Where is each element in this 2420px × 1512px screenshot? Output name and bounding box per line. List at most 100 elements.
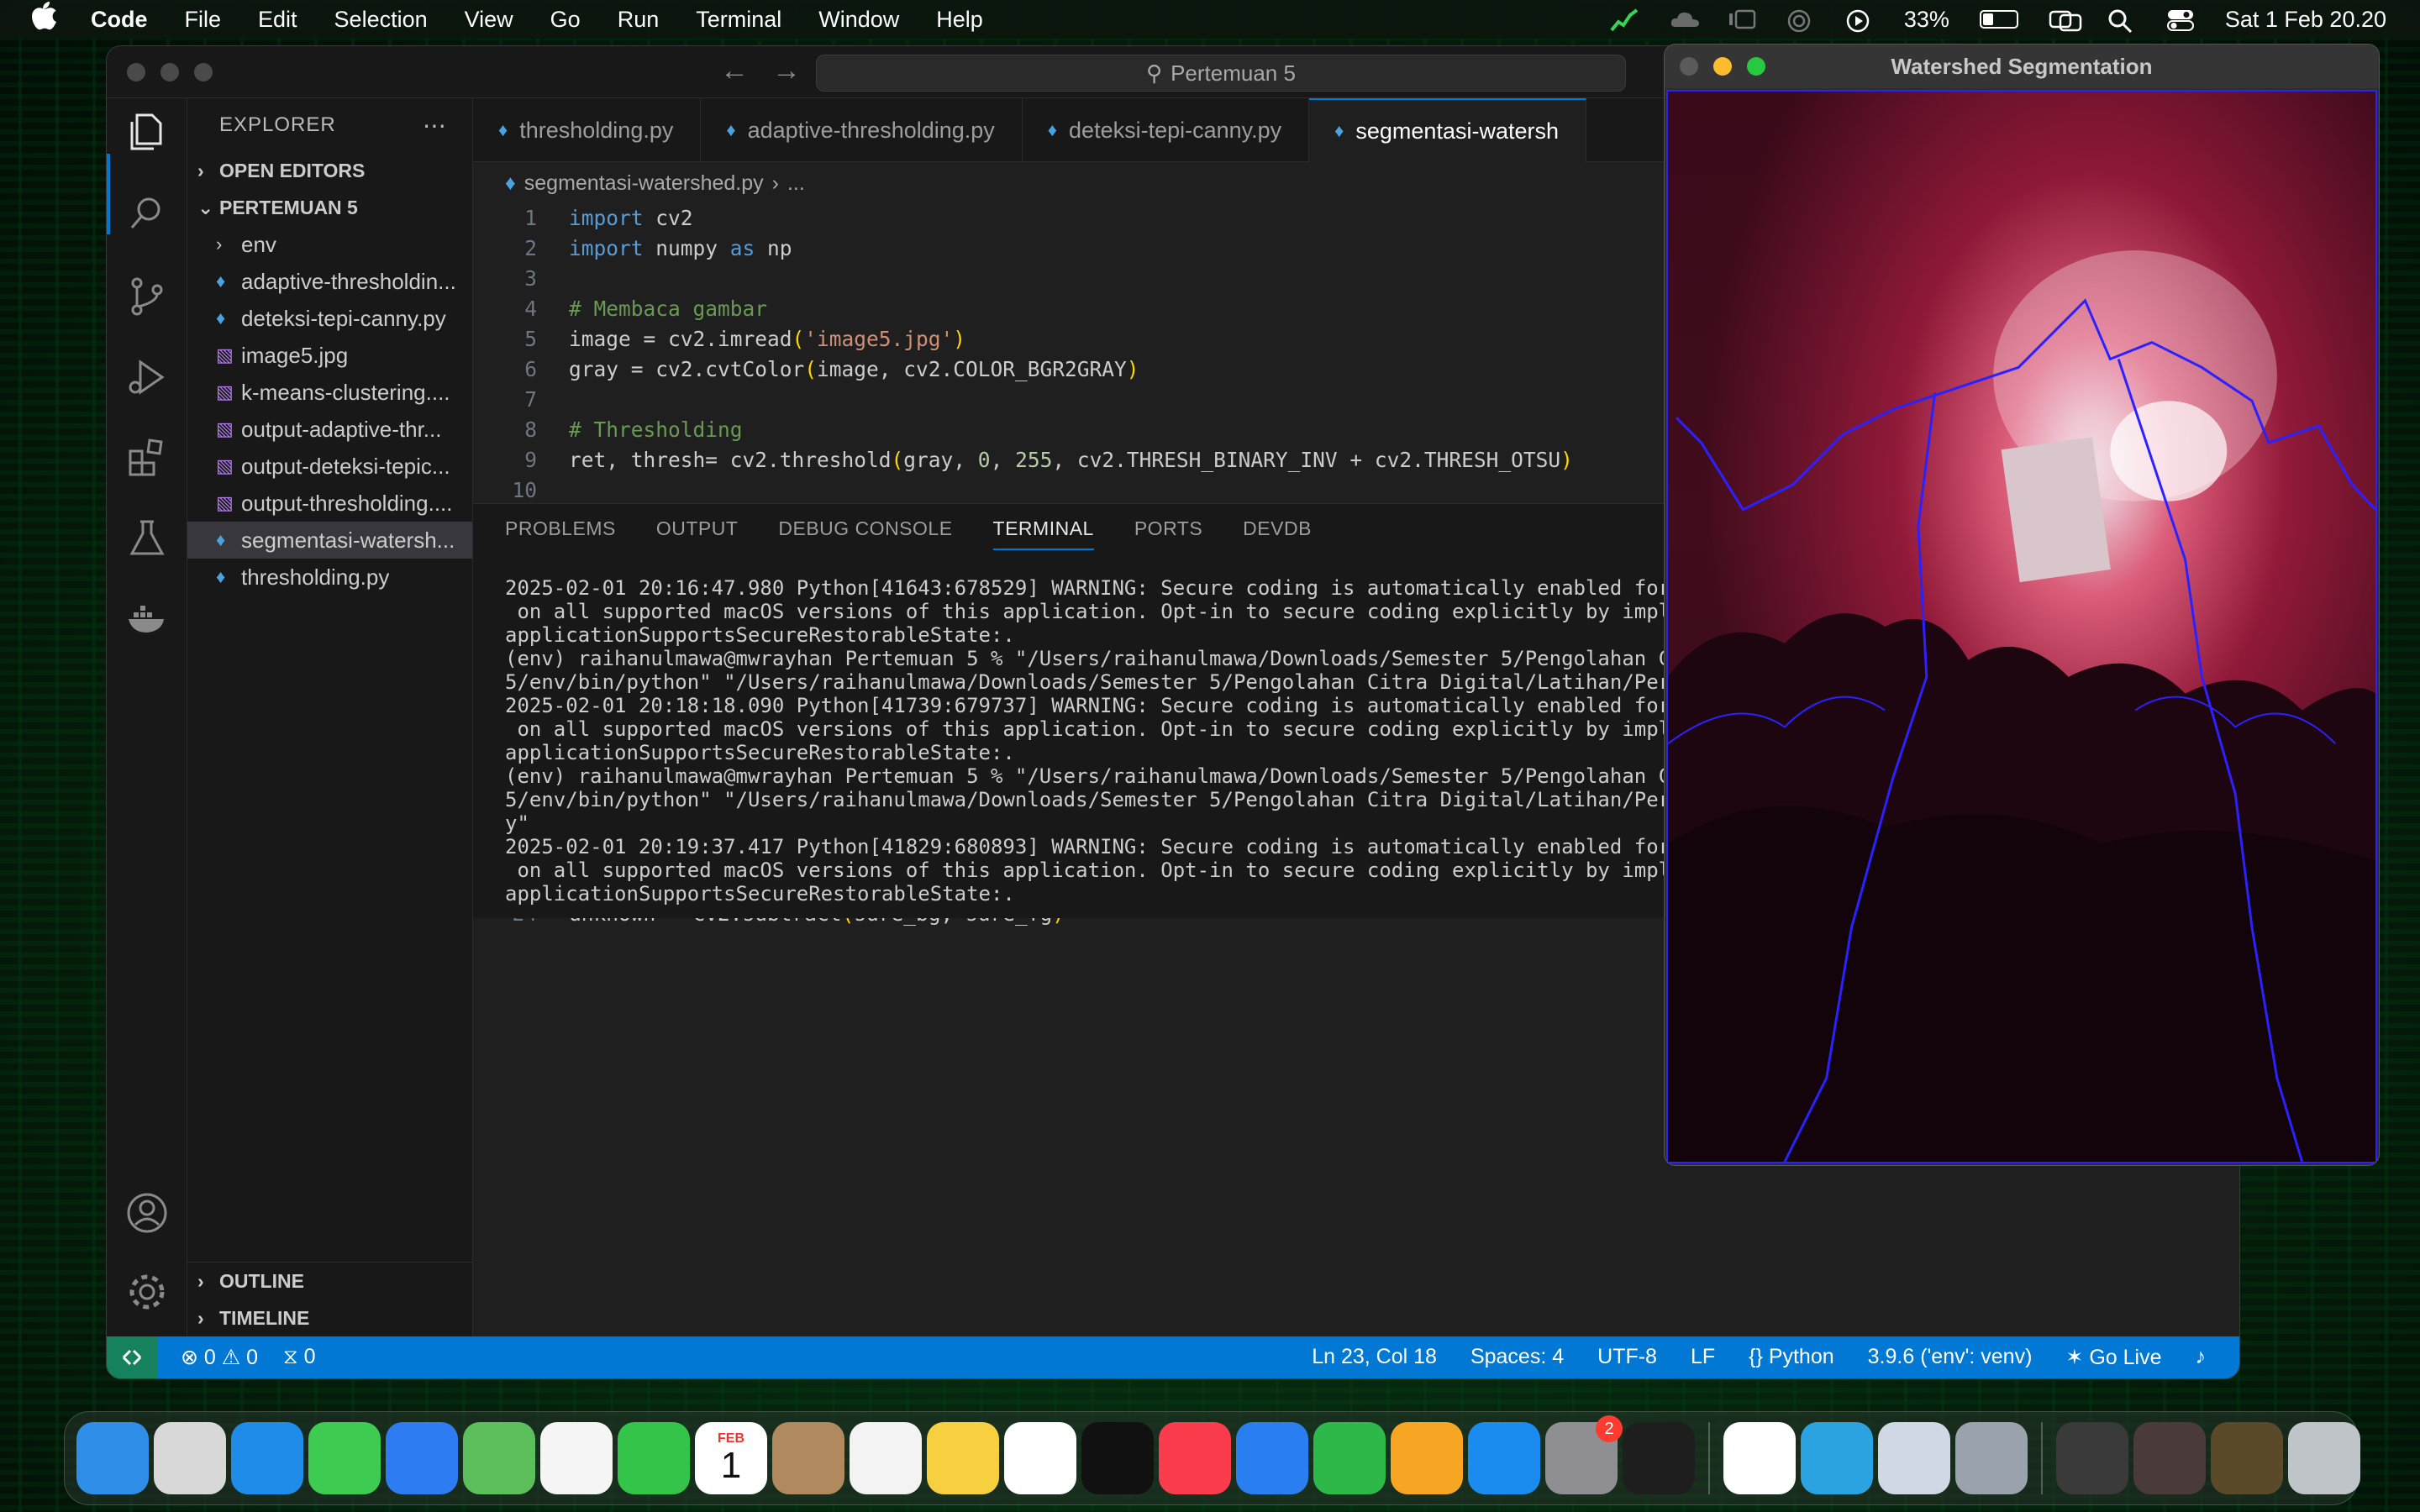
recent-window-3-icon[interactable]: [2211, 1422, 2283, 1494]
maps-icon[interactable]: [463, 1422, 535, 1494]
photos-icon[interactable]: [540, 1422, 613, 1494]
messages-icon[interactable]: [308, 1422, 381, 1494]
menu-bar-clock[interactable]: Sat 1 Feb 20.20: [2225, 7, 2386, 33]
contacts-icon[interactable]: [772, 1422, 844, 1494]
app-store-icon[interactable]: [1468, 1422, 1540, 1494]
open-editors-section[interactable]: › OPEN EDITORS: [187, 152, 472, 189]
file-tree-item[interactable]: ▧ k-means-clustering....: [187, 374, 472, 411]
tab-debug-console[interactable]: DEBUG CONSOLE: [778, 517, 952, 540]
battery-icon[interactable]: [1979, 10, 2018, 29]
pages-icon[interactable]: [1391, 1422, 1463, 1494]
menu-terminal[interactable]: Terminal: [696, 7, 781, 33]
close-window-button[interactable]: [127, 63, 145, 81]
airdrop-icon[interactable]: [1786, 8, 1815, 33]
breadcrumb-symbols[interactable]: ...: [787, 171, 805, 196]
recent-window-2-icon[interactable]: [2133, 1422, 2206, 1494]
reminders-icon[interactable]: [850, 1422, 922, 1494]
file-tree-item[interactable]: ♦ segmentasi-watersh...: [187, 522, 472, 559]
file-tree-item[interactable]: ▧ image5.jpg: [187, 337, 472, 374]
source-control-icon[interactable]: [125, 275, 169, 323]
tab-segmentasi-watershed[interactable]: ♦ segmentasi-watersh: [1309, 98, 1586, 162]
go-live-button[interactable]: ✶ Go Live: [2065, 1345, 2161, 1370]
cloud-icon[interactable]: [1669, 8, 1699, 30]
launchpad-icon[interactable]: [154, 1422, 226, 1494]
freeform-icon[interactable]: [1004, 1422, 1076, 1494]
menu-edit[interactable]: Edit: [258, 7, 297, 33]
more-actions-icon[interactable]: ⋯: [423, 112, 447, 139]
file-tree-item[interactable]: ♦ deteksi-tepi-canny.py: [187, 300, 472, 337]
apple-tv-icon[interactable]: [1081, 1422, 1154, 1494]
menu-view[interactable]: View: [465, 7, 513, 33]
finder-icon[interactable]: [76, 1422, 149, 1494]
screen-mirroring-icon[interactable]: [2049, 8, 2082, 32]
notes-icon[interactable]: [927, 1422, 999, 1494]
menu-window[interactable]: Window: [818, 7, 899, 33]
tab-problems[interactable]: PROBLEMS: [505, 517, 616, 540]
timeline-section[interactable]: › TIMELINE: [187, 1299, 472, 1336]
trash-icon[interactable]: [2288, 1422, 2360, 1494]
keynote-icon[interactable]: [1236, 1422, 1308, 1494]
folder-section[interactable]: ⌄ PERTEMUAN 5: [187, 189, 472, 226]
remote-indicator-icon[interactable]: [107, 1336, 157, 1378]
accounts-icon[interactable]: [125, 1191, 169, 1239]
vscode-icon[interactable]: [1623, 1422, 1695, 1494]
tab-adaptive-thresholding[interactable]: ♦ adaptive-thresholding.py: [701, 98, 1023, 162]
stage-manager-icon[interactable]: [1728, 8, 1756, 30]
rocket-icon[interactable]: [1955, 1422, 2028, 1494]
apple-menu-icon[interactable]: [32, 2, 72, 37]
problems-status[interactable]: ⊗ 0 ⚠ 0: [181, 1345, 258, 1370]
app-menu-code[interactable]: Code: [91, 7, 148, 33]
tab-thresholding[interactable]: ♦ thresholding.py: [473, 98, 702, 162]
extensions-icon[interactable]: [125, 436, 169, 484]
now-playing-icon[interactable]: [1845, 8, 1874, 33]
close-window-button[interactable]: [1680, 57, 1698, 76]
manage-gear-icon[interactable]: [125, 1270, 169, 1318]
zoom-window-button[interactable]: [1747, 57, 1765, 76]
calendar-icon[interactable]: FEB 1: [695, 1422, 767, 1494]
mail-icon[interactable]: [386, 1422, 458, 1494]
notifications-bell-icon[interactable]: ♪: [2196, 1345, 2207, 1370]
minimize-window-button[interactable]: [160, 63, 179, 81]
telegram-icon[interactable]: [1801, 1422, 1873, 1494]
tab-ports[interactable]: PORTS: [1134, 517, 1202, 540]
menu-selection[interactable]: Selection: [334, 7, 428, 33]
forward-arrow-icon[interactable]: →: [772, 55, 801, 87]
tab-deteksi-tepi-canny[interactable]: ♦ deteksi-tepi-canny.py: [1023, 98, 1310, 162]
menu-help[interactable]: Help: [936, 7, 983, 33]
back-arrow-icon[interactable]: ←: [720, 55, 749, 87]
command-center-search[interactable]: ⚲ Pertemuan 5: [816, 55, 1626, 92]
minimize-window-button[interactable]: [1713, 57, 1732, 76]
docker-icon[interactable]: [125, 597, 169, 645]
preview-icon[interactable]: [1878, 1422, 1950, 1494]
encoding[interactable]: UTF-8: [1597, 1345, 1657, 1370]
spotlight-search-icon[interactable]: [2107, 8, 2136, 34]
tab-terminal[interactable]: TERMINAL: [992, 517, 1094, 550]
cursor-position[interactable]: Ln 23, Col 18: [1312, 1345, 1437, 1370]
file-tree-item[interactable]: ▧ output-thresholding....: [187, 485, 472, 522]
file-tree-item[interactable]: › env: [187, 226, 472, 263]
file-tree-item[interactable]: ▧ output-adaptive-thr...: [187, 411, 472, 448]
run-and-debug-icon[interactable]: [125, 355, 169, 403]
python-interpreter[interactable]: 3.9.6 ('env': venv): [1868, 1345, 2033, 1370]
outline-section[interactable]: › OUTLINE: [187, 1263, 472, 1299]
explorer-icon[interactable]: [125, 110, 169, 158]
menu-file[interactable]: File: [185, 7, 222, 33]
music-icon[interactable]: [1159, 1422, 1231, 1494]
chrome-icon[interactable]: [1723, 1422, 1796, 1494]
end-of-line[interactable]: LF: [1691, 1345, 1715, 1370]
menu-go[interactable]: Go: [550, 7, 581, 33]
safari-icon[interactable]: [231, 1422, 303, 1494]
recent-window-1-icon[interactable]: [2056, 1422, 2128, 1494]
language-mode[interactable]: {} Python: [1749, 1345, 1834, 1370]
stocks-icon[interactable]: [1610, 8, 1639, 32]
system-settings-icon[interactable]: 2: [1545, 1415, 1623, 1494]
file-tree-item[interactable]: ▧ output-deteksi-tepic...: [187, 448, 472, 485]
ports-status[interactable]: ⧖ 0: [283, 1345, 315, 1370]
tab-output[interactable]: OUTPUT: [656, 517, 739, 540]
indentation[interactable]: Spaces: 4: [1470, 1345, 1564, 1370]
control-center-icon[interactable]: [2166, 8, 2195, 31]
file-tree-item[interactable]: ♦ thresholding.py: [187, 559, 472, 596]
zoom-window-button[interactable]: [194, 63, 213, 81]
testing-icon[interactable]: [125, 517, 169, 564]
numbers-icon[interactable]: [1313, 1422, 1386, 1494]
